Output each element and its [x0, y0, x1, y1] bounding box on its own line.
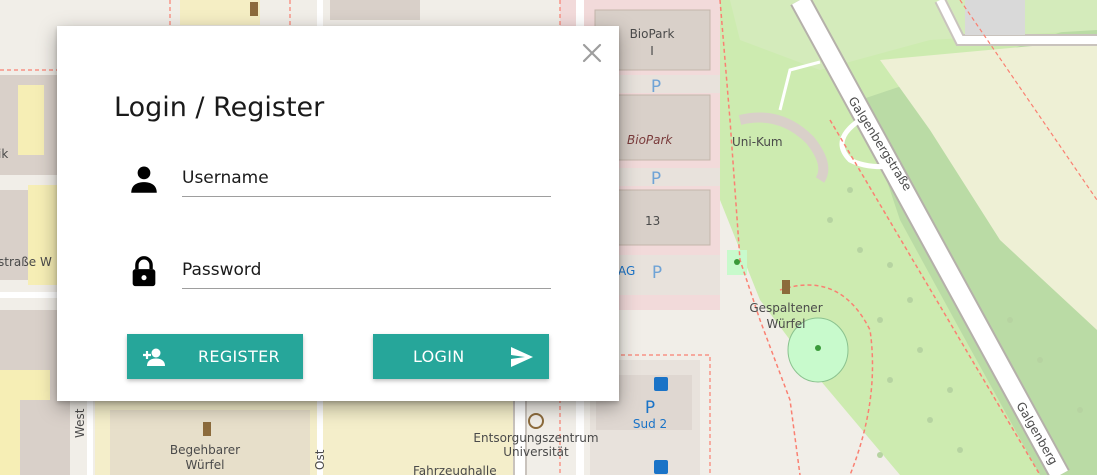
password-input[interactable] — [182, 255, 551, 289]
map-parking-marker-3: P — [652, 263, 662, 283]
map-label-13: 13 — [645, 214, 660, 228]
map-parking-marker-2: P — [651, 169, 661, 189]
map-label-ag: AG — [618, 264, 635, 278]
map-label-begehbarer-1: Begehbarer — [170, 443, 240, 457]
username-field — [127, 155, 551, 205]
map-label-biopark-i-2: I — [650, 44, 654, 58]
lock-icon — [132, 256, 156, 287]
map-label-ost: Ost — [313, 449, 327, 470]
map-label-strasse-w: straße W — [0, 255, 52, 269]
map-label-entsorgung-1: Entsorgungszentrum — [473, 431, 598, 445]
map-label-biopark: BioPark — [627, 133, 673, 147]
close-icon[interactable] — [579, 40, 605, 66]
map-parking-marker-1: P — [651, 77, 661, 97]
map-parking-marker-sud2: P — [645, 398, 655, 418]
username-input[interactable] — [182, 163, 551, 197]
register-button-label: REGISTER — [198, 347, 280, 366]
map-area-top — [180, 0, 260, 25]
person-icon — [131, 166, 157, 193]
map-building-top — [330, 0, 420, 20]
dialog-title: Login / Register — [114, 92, 325, 123]
map-building-left-4 — [20, 400, 70, 475]
register-button[interactable]: REGISTER — [127, 334, 303, 379]
login-dialog: Login / Register REGISTER LOGIN — [57, 26, 619, 401]
login-button-label: LOGIN — [413, 347, 465, 366]
map-label-sud2: Sud 2 — [633, 417, 667, 431]
map-building-left-yellow-2 — [28, 185, 58, 285]
map-label-west: West — [73, 408, 87, 438]
map-label-uni-kum: Uni-Kum — [732, 135, 783, 149]
map-label-gespaltener-2: Würfel — [767, 317, 806, 331]
person-add-icon — [143, 348, 165, 366]
login-button[interactable]: LOGIN — [373, 334, 549, 379]
map-building-left-yellow — [18, 85, 44, 155]
password-field — [127, 247, 551, 297]
map-label-fahrzeughalle: Fahrzeughalle — [413, 464, 497, 475]
map-label-ik: ik — [0, 147, 8, 161]
map-parking-top-right — [965, 0, 1025, 35]
map-label-gespaltener-1: Gespaltener — [749, 301, 822, 315]
send-icon — [511, 347, 533, 367]
map-label-biopark-i-1: BioPark — [630, 27, 675, 41]
map-label-entsorgung-2: Universität — [503, 445, 569, 459]
map-label-begehbarer-2: Würfel — [186, 458, 225, 472]
